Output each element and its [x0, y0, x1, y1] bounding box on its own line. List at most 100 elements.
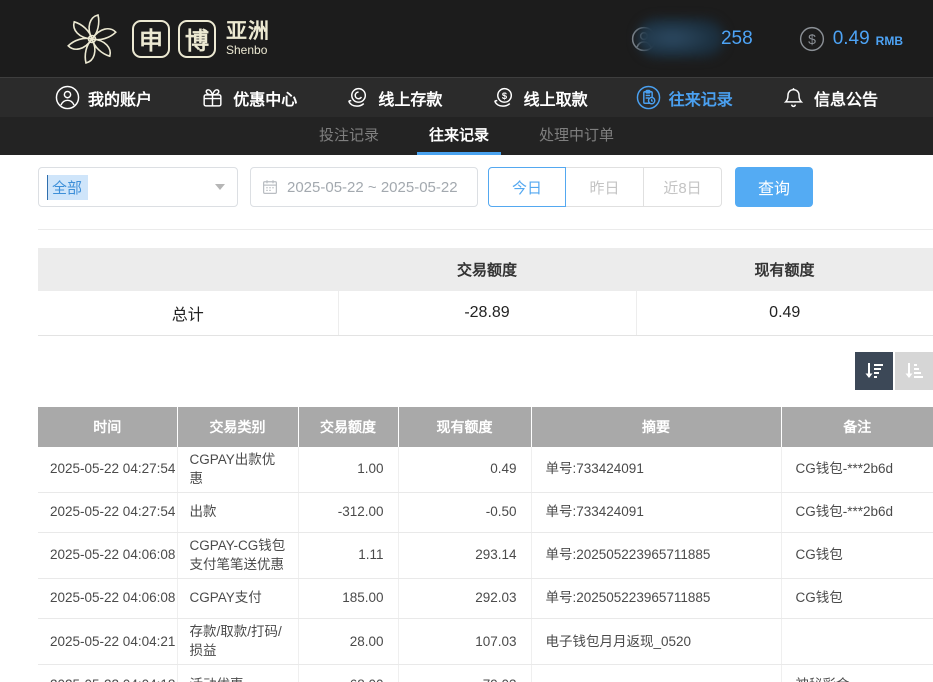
table-cell: 0.49 [398, 447, 531, 493]
table-cell [531, 664, 781, 682]
category-select[interactable]: 全部 [38, 167, 238, 207]
category-select-value: 全部 [47, 175, 88, 200]
tab-pending-orders[interactable]: 处理中订单 [535, 117, 618, 155]
nav-label: 优惠中心 [233, 86, 297, 110]
summary-header-empty [38, 248, 338, 291]
table-cell: 2025-05-22 04:06:08 [38, 578, 177, 618]
yesterday-button[interactable]: 昨日 [566, 167, 644, 207]
table-row: 2025-05-22 04:27:54CGPAY出款优惠1.000.49单号:7… [38, 447, 933, 493]
column-header: 现有额度 [398, 407, 531, 447]
brand-subtitle: Shenbo [226, 44, 270, 56]
nav-item-my-account[interactable]: 我的账户 [55, 85, 152, 110]
table-cell: 2025-05-22 04:27:54 [38, 447, 177, 493]
column-header: 备注 [781, 407, 933, 447]
table-cell: 2025-05-22 04:27:54 [38, 492, 177, 532]
deposit-icon [345, 85, 370, 110]
sub-nav: 投注记录 往来记录 处理中订单 [0, 117, 933, 155]
dollar-icon: $ [799, 26, 825, 52]
table-row: 2025-05-22 04:04:18活动优惠68.0079.03神秘彩金 [38, 664, 933, 682]
date-range-input[interactable]: 2025-05-22 ~ 2025-05-22 [250, 167, 478, 207]
table-cell [781, 618, 933, 664]
table-cell: 79.03 [398, 664, 531, 682]
table-cell: 电子钱包月月返现_0520 [531, 618, 781, 664]
table-cell: 神秘彩金 [781, 664, 933, 682]
table-cell: 28.00 [298, 618, 398, 664]
sort-descending-icon [862, 359, 886, 383]
table-cell: 293.14 [398, 532, 531, 578]
table-cell: 单号:733424091 [531, 447, 781, 493]
nav-label: 线上存款 [378, 86, 442, 110]
nav-label: 往来记录 [669, 86, 733, 110]
nav-item-deposit[interactable]: 线上存款 [345, 85, 442, 110]
sort-controls [38, 352, 933, 390]
svg-text:$: $ [808, 31, 816, 47]
column-header: 时间 [38, 407, 177, 447]
user-icon [55, 85, 80, 110]
user-icon [631, 26, 657, 52]
summary-table: 交易额度 现有额度 总计 -28.89 0.49 [38, 248, 933, 336]
table-cell: CG钱包-***2b6d [781, 492, 933, 532]
nav-label: 信息公告 [814, 86, 878, 110]
records-icon [636, 85, 661, 110]
nav-item-promotions[interactable]: 优惠中心 [200, 85, 297, 110]
summary-header-transaction: 交易额度 [338, 248, 636, 291]
last-8-days-button[interactable]: 近8日 [644, 167, 722, 207]
table-cell: CG钱包-***2b6d [781, 447, 933, 493]
search-button[interactable]: 查询 [735, 167, 813, 207]
table-cell: 185.00 [298, 578, 398, 618]
table-cell: 单号:202505223965711885 [531, 578, 781, 618]
account-username[interactable]: 258 [631, 26, 753, 52]
column-header: 摘要 [531, 407, 781, 447]
chevron-down-icon [215, 184, 225, 190]
bell-icon [781, 85, 806, 110]
top-header: 申 博 亚洲 Shenbo 258 $ 0.49 RMB [0, 0, 933, 77]
withdraw-icon: $ [491, 85, 516, 110]
nav-label: 我的账户 [88, 86, 152, 110]
tab-betting-records[interactable]: 投注记录 [315, 117, 383, 155]
brand-logo[interactable]: 申 博 亚洲 Shenbo [60, 7, 270, 71]
brand-region: 亚洲 [226, 21, 270, 42]
table-cell: 107.03 [398, 618, 531, 664]
brand-char-bo: 博 [178, 20, 216, 58]
balance-display: $ 0.49 RMB [799, 26, 903, 52]
table-cell: 出款 [177, 492, 298, 532]
transactions-table: 时间交易类别交易额度现有额度摘要备注 2025-05-22 04:27:54CG… [38, 407, 933, 682]
table-cell: 2025-05-22 04:06:08 [38, 532, 177, 578]
summary-header-balance: 现有额度 [636, 248, 933, 291]
table-row: 2025-05-22 04:06:08CGPAY-CG钱包支付笔笔送优惠1.11… [38, 532, 933, 578]
brand-char-shen: 申 [132, 20, 170, 58]
calendar-icon [261, 178, 279, 196]
nav-item-transaction-records[interactable]: 往来记录 [636, 85, 733, 110]
tab-transaction-records[interactable]: 往来记录 [425, 117, 493, 155]
table-cell: 2025-05-22 04:04:21 [38, 618, 177, 664]
table-cell: 292.03 [398, 578, 531, 618]
summary-total-balance: 0.49 [636, 291, 933, 335]
today-button[interactable]: 今日 [488, 167, 566, 207]
balance-amount: 0.49 [833, 28, 870, 50]
table-cell: -0.50 [398, 492, 531, 532]
table-cell: 68.00 [298, 664, 398, 682]
svg-text:$: $ [501, 91, 507, 101]
section-divider [38, 229, 933, 230]
sort-descending-button[interactable] [855, 352, 893, 390]
nav-item-announcements[interactable]: 信息公告 [781, 85, 878, 110]
table-cell: 1.11 [298, 532, 398, 578]
summary-total-label: 总计 [38, 291, 338, 335]
table-cell: 单号:202505223965711885 [531, 532, 781, 578]
sort-ascending-button[interactable] [895, 352, 933, 390]
balance-currency: RMB [876, 30, 903, 48]
table-cell: 2025-05-22 04:04:18 [38, 664, 177, 682]
nav-item-withdraw[interactable]: $ 线上取款 [491, 85, 588, 110]
gift-icon [200, 85, 225, 110]
table-cell: 存款/取款/打码/损益 [177, 618, 298, 664]
sort-ascending-icon [902, 359, 926, 383]
column-header: 交易类别 [177, 407, 298, 447]
table-cell: -312.00 [298, 492, 398, 532]
username-suffix: 258 [721, 28, 753, 50]
filter-row: 全部 2025-05-22 ~ 2025-05-22 今日 昨日 近8日 查询 [38, 167, 933, 207]
main-nav: 我的账户 优惠中心 线上存款 $ 线上取款 [0, 77, 933, 117]
nav-label: 线上取款 [524, 86, 588, 110]
table-row: 2025-05-22 04:04:21存款/取款/打码/损益28.00107.0… [38, 618, 933, 664]
flower-logo-icon [60, 7, 124, 71]
table-cell: CG钱包 [781, 532, 933, 578]
